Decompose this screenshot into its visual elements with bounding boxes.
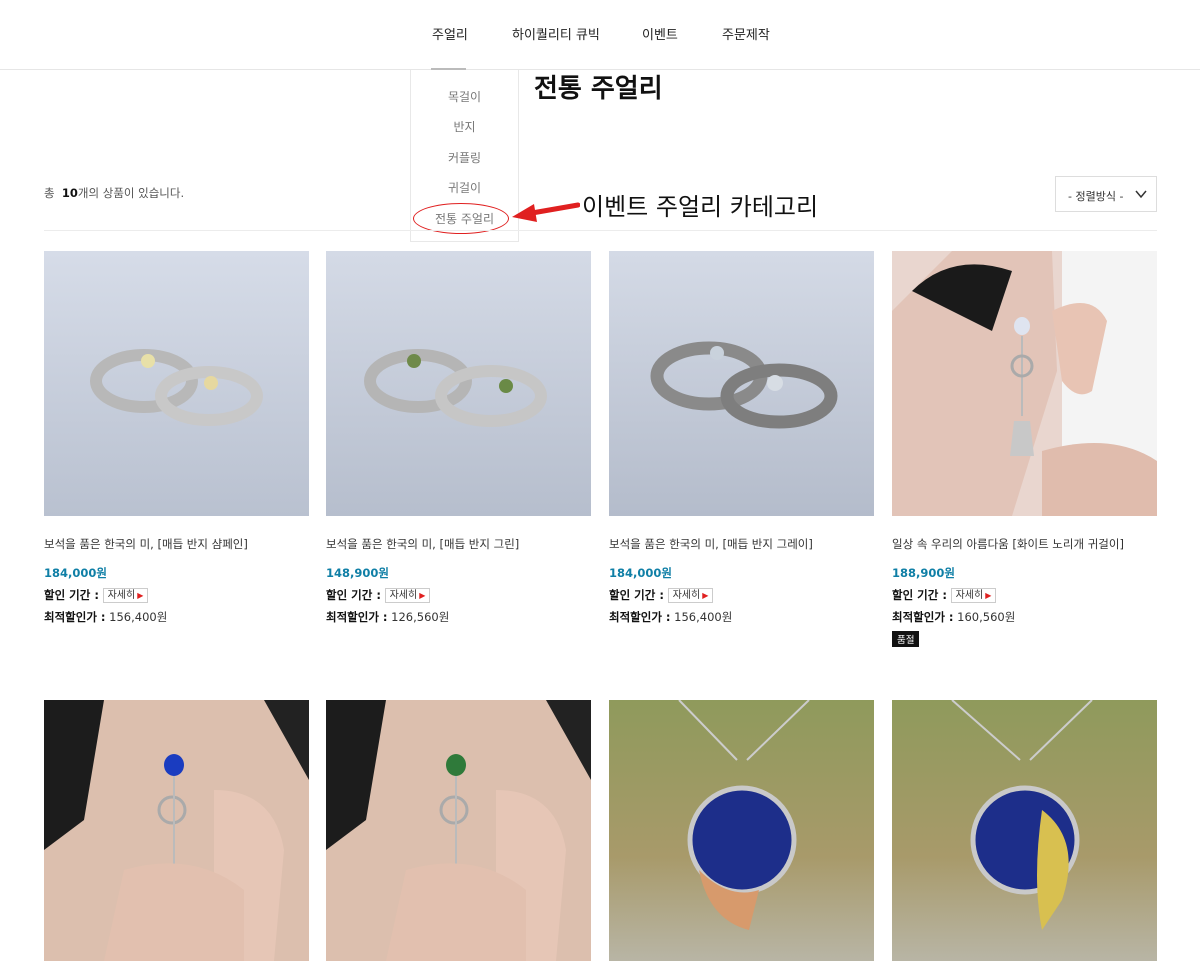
best-price-row: 최적할인가 : 126,560원 [326, 609, 591, 625]
product-price: 184,000원 [609, 566, 672, 580]
product-price: 148,900원 [326, 566, 389, 580]
nav-item-high-quality-cubic[interactable]: 하이퀄리티 큐빅 [512, 24, 600, 43]
best-price-label: 최적할인가 : [892, 610, 954, 624]
nav-item-custom-order[interactable]: 주문제작 [722, 24, 770, 43]
best-price-value: 160,560원 [957, 610, 1016, 624]
product-count: 총 10개의 상품이 있습니다. [44, 185, 184, 201]
product-card[interactable]: 보석을 품은 한국의 미, [매듭 반지 그레이] 184,000원 할인 기간… [609, 251, 874, 625]
caret-right-icon: ▶ [985, 591, 992, 600]
dropdown-item-traditional-jewelry[interactable]: 전통 주얼리 [411, 210, 518, 227]
discount-period-label: 할인 기간 : [326, 588, 381, 602]
discount-period-row: 할인 기간 : 자세히 ▶ [326, 587, 591, 603]
best-price-value: 126,560원 [391, 610, 450, 624]
best-price-row: 최적할인가 : 156,400원 [44, 609, 309, 625]
sort-label: - 정렬방식 - [1068, 190, 1124, 203]
red-arrow-annotation [512, 202, 580, 222]
product-name[interactable]: 일상 속 우리의 아름다움 [화이트 노리개 귀걸이] [892, 536, 1157, 552]
product-image-lapis-necklace-rose[interactable] [609, 700, 874, 961]
discount-period-label: 할인 기간 : [44, 588, 99, 602]
discount-period-label: 할인 기간 : [609, 588, 664, 602]
detail-button[interactable]: 자세히 ▶ [384, 588, 431, 603]
dropdown-item-necklace[interactable]: 목걸이 [411, 88, 518, 105]
dropdown-item-couple-ring[interactable]: 커플링 [411, 149, 518, 166]
product-image-white-norigae-earring[interactable] [892, 251, 1157, 516]
product-card[interactable] [892, 700, 1157, 961]
sort-select[interactable]: - 정렬방식 - [1055, 176, 1157, 212]
product-card[interactable] [609, 700, 874, 961]
top-navigation: 주얼리 하이퀄리티 큐빅 이벤트 주문제작 [0, 0, 1200, 70]
best-price-row: 최적할인가 : 156,400원 [609, 609, 874, 625]
product-name[interactable]: 보석을 품은 한국의 미, [매듭 반지 그레이] [609, 536, 874, 552]
product-image-champagne-ring[interactable] [44, 251, 309, 516]
chevron-down-icon [1135, 190, 1147, 199]
count-prefix: 총 [44, 186, 55, 200]
best-price-row: 최적할인가 : 160,560원 [892, 609, 1157, 625]
detail-button-label: 자세히 [107, 590, 136, 601]
product-card[interactable]: 보석을 품은 한국의 미, [매듭 반지 그린] 148,900원 할인 기간 … [326, 251, 591, 625]
discount-period-row: 할인 기간 : 자세히 ▶ [44, 587, 309, 603]
product-card[interactable] [44, 700, 309, 961]
jewelry-dropdown-menu: 목걸이 반지 커플링 귀걸이 전통 주얼리 [410, 70, 519, 242]
product-image-gray-ring[interactable] [609, 251, 874, 516]
product-card[interactable]: 보석을 품은 한국의 미, [매듭 반지 샴페인] 184,000원 할인 기간… [44, 251, 309, 625]
detail-button-label: 자세히 [955, 590, 984, 601]
product-price: 184,000원 [44, 566, 107, 580]
detail-button-label: 자세히 [672, 590, 701, 601]
discount-period-label: 할인 기간 : [892, 588, 947, 602]
caret-right-icon: ▶ [419, 591, 426, 600]
nav-item-jewelry[interactable]: 주얼리 [432, 24, 468, 43]
dropdown-item-earring[interactable]: 귀걸이 [411, 179, 518, 196]
best-price-label: 최적할인가 : [44, 610, 106, 624]
discount-period-row: 할인 기간 : 자세히 ▶ [892, 587, 1157, 603]
page-title: 전통 주얼리 [534, 74, 663, 104]
best-price-label: 최적할인가 : [326, 610, 388, 624]
best-price-value: 156,400원 [674, 610, 733, 624]
soldout-badge: 품절 [892, 631, 920, 647]
count-value: 10 [61, 186, 78, 200]
product-name[interactable]: 보석을 품은 한국의 미, [매듭 반지 샴페인] [44, 536, 309, 552]
dropdown-item-ring[interactable]: 반지 [411, 118, 518, 135]
divider [44, 230, 1157, 231]
product-price: 188,900원 [892, 566, 955, 580]
best-price-value: 156,400원 [109, 610, 168, 624]
best-price-label: 최적할인가 : [609, 610, 671, 624]
product-card[interactable] [326, 700, 591, 961]
discount-period-row: 할인 기간 : 자세히 ▶ [609, 587, 874, 603]
caret-right-icon: ▶ [137, 591, 144, 600]
product-name[interactable]: 보석을 품은 한국의 미, [매듭 반지 그린] [326, 536, 591, 552]
product-image-lapis-necklace-gold[interactable] [892, 700, 1157, 961]
detail-button[interactable]: 자세히 ▶ [667, 588, 714, 603]
detail-button[interactable]: 자세히 ▶ [950, 588, 997, 603]
caret-right-icon: ▶ [702, 591, 709, 600]
detail-button-label: 자세히 [389, 590, 418, 601]
product-image-green-earring[interactable] [326, 700, 591, 961]
count-suffix: 개의 상품이 있습니다. [77, 186, 185, 200]
detail-button[interactable]: 자세히 ▶ [102, 588, 149, 603]
callout-text: 이벤트 주얼리 카테고리 [582, 193, 819, 221]
product-card[interactable]: 일상 속 우리의 아름다움 [화이트 노리개 귀걸이] 188,900원 할인 … [892, 251, 1157, 647]
product-image-green-ring[interactable] [326, 251, 591, 516]
product-image-blue-earring[interactable] [44, 700, 309, 961]
nav-item-event[interactable]: 이벤트 [642, 24, 678, 43]
